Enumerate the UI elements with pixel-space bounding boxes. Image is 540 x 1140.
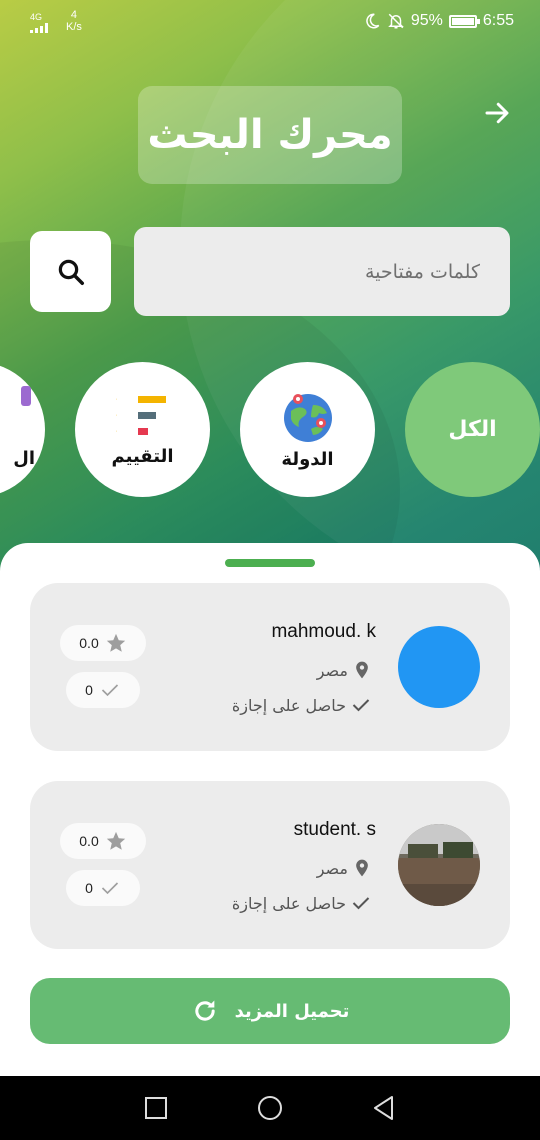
country-row: مصر — [317, 659, 372, 681]
svg-text:★: ★ — [116, 423, 118, 442]
avatar — [398, 626, 480, 708]
filter-country[interactable]: الدولة — [240, 362, 375, 497]
result-card[interactable]: mahmoud. k مصر حاصل على إجازة 0.0 0 — [30, 583, 510, 751]
country-row: مصر — [317, 857, 372, 879]
back-button[interactable] — [370, 1094, 398, 1122]
signal-indicator: 4G — [30, 12, 52, 33]
search-button[interactable] — [30, 231, 111, 312]
count-value: 0 — [85, 880, 93, 896]
rating-list-icon: ★ ★ ★ — [116, 392, 166, 442]
count-pill: 0 — [66, 870, 140, 906]
network-type: 4G — [30, 12, 43, 22]
count-pill: 0 — [66, 672, 140, 708]
avatar — [398, 824, 480, 906]
search-icon — [58, 259, 84, 285]
filter-label: ال — [13, 448, 35, 469]
avatar-photo — [398, 824, 480, 906]
speed-unit: K/s — [66, 21, 82, 33]
results-sheet: mahmoud. k مصر حاصل على إجازة 0.0 0 stud… — [0, 543, 540, 1076]
user-name: student. s — [293, 819, 376, 840]
network-speed: 4 K/s — [66, 9, 82, 33]
check-icon — [352, 897, 370, 910]
mute-bell-icon — [388, 13, 404, 29]
search-input[interactable] — [134, 227, 510, 316]
signal-bars-icon — [30, 22, 48, 33]
country: مصر — [316, 660, 348, 680]
back-arrow-icon[interactable] — [482, 98, 512, 128]
header-hero: 4G 4 K/s 95% 6:55 محرك البحث كلمات مفتاح… — [0, 0, 540, 600]
result-card[interactable]: student. s مصر حاصل على إجازة 0.0 0 — [30, 781, 510, 949]
country: مصر — [316, 858, 348, 878]
status: حاصل على إجازة — [231, 695, 346, 715]
battery-percent: 95% — [410, 12, 443, 29]
filter-label: الكل — [448, 417, 497, 442]
status-right: 95% 6:55 — [363, 12, 514, 30]
drag-handle[interactable] — [225, 559, 315, 567]
count-value: 0 — [85, 682, 93, 698]
filter-label: الدولة — [281, 449, 334, 470]
page-title: محرك البحث — [138, 86, 402, 184]
check-icon — [101, 882, 118, 895]
location-pin-icon — [356, 661, 368, 679]
status-bar: 4G 4 K/s 95% 6:55 — [0, 0, 540, 44]
partial-icon — [21, 386, 31, 406]
load-more-button[interactable]: تحميل المزيد — [30, 978, 510, 1044]
user-name: mahmoud. k — [271, 621, 376, 642]
rating-value: 0.0 — [79, 635, 99, 651]
rating-pill: 0.0 — [60, 823, 146, 859]
status-row: حاصل على إجازة — [232, 695, 372, 715]
load-more-label: تحميل المزيد — [234, 1000, 350, 1022]
refresh-icon — [194, 1000, 215, 1021]
location-pin-icon — [356, 859, 368, 877]
star-icon — [106, 633, 125, 652]
filter-rating[interactable]: ★ ★ ★ التقييم — [75, 362, 210, 497]
clock: 6:55 — [482, 12, 514, 29]
check-icon — [101, 684, 118, 697]
globe-icon — [283, 394, 332, 442]
moon-icon — [366, 13, 380, 29]
filter-label: التقييم — [111, 446, 174, 467]
rating-pill: 0.0 — [60, 625, 146, 661]
status-row: حاصل على إجازة — [232, 893, 372, 913]
check-icon — [352, 699, 370, 712]
home-button[interactable] — [256, 1094, 284, 1122]
status: حاصل على إجازة — [231, 893, 346, 913]
speed-value: 4 — [70, 9, 78, 21]
filter-all[interactable]: الكل — [405, 362, 540, 497]
rating-value: 0.0 — [79, 833, 99, 849]
system-nav-bar — [0, 1076, 540, 1140]
battery-icon — [448, 14, 480, 28]
star-icon — [106, 831, 125, 850]
recents-button[interactable] — [142, 1094, 170, 1122]
